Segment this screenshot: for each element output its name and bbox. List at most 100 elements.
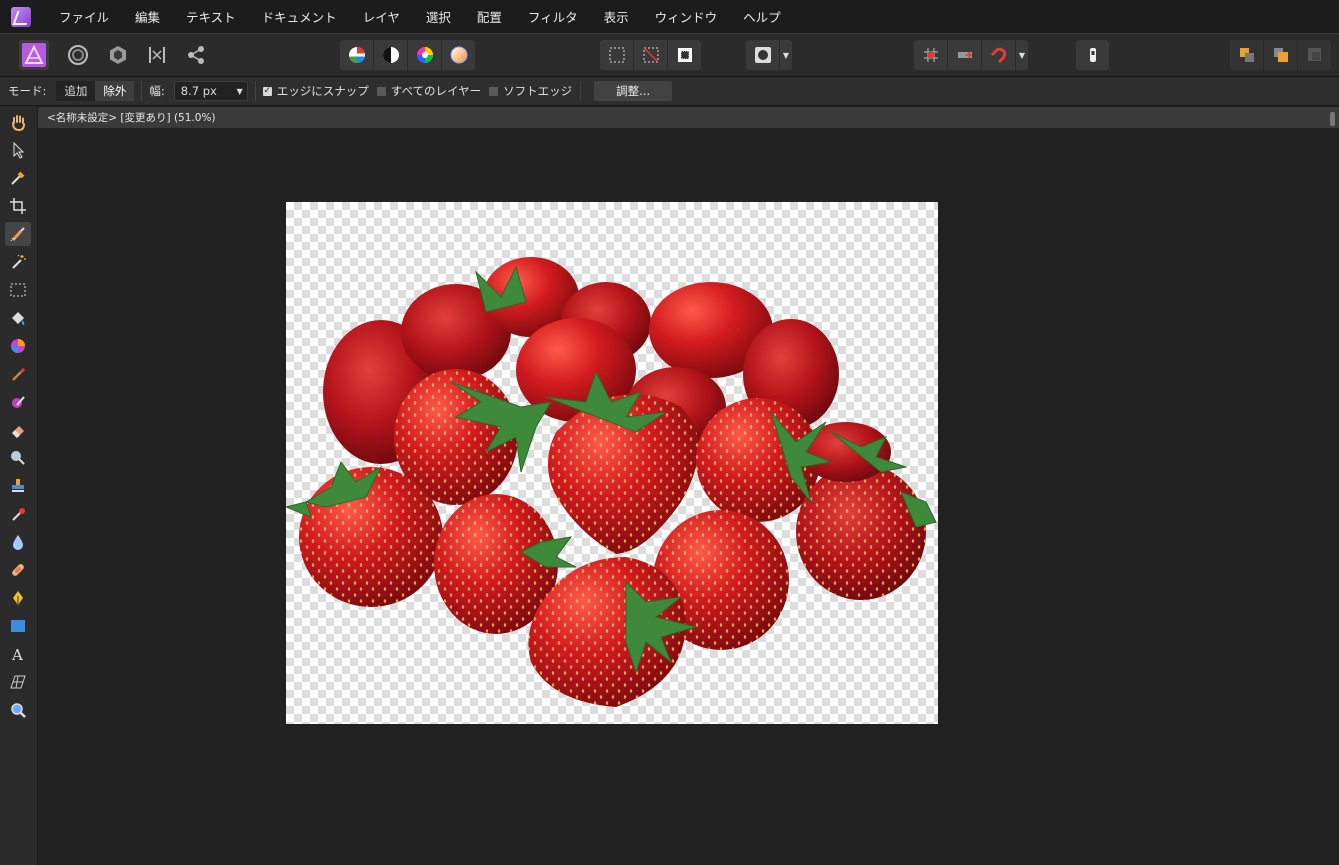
all-layers-checkbox[interactable]: すべてのレイヤー (376, 83, 482, 99)
assistant-button[interactable] (1076, 40, 1109, 70)
mesh-warp-tool[interactable] (5, 670, 31, 694)
mode-remove-button[interactable]: 除外 (95, 81, 135, 101)
grid-toggle-button[interactable] (914, 40, 948, 70)
blemish-removal-tool[interactable] (5, 502, 31, 526)
width-label: 幅: (149, 84, 165, 98)
black-white-button[interactable] (374, 40, 408, 70)
menu-file[interactable]: ファイル (46, 7, 122, 26)
rectangle-tool[interactable] (5, 614, 31, 638)
menu-layer[interactable]: レイヤ (350, 7, 413, 26)
blur-brush-tool[interactable] (5, 530, 31, 554)
checkbox-empty-icon (489, 86, 499, 96)
svg-text:A: A (11, 646, 23, 663)
magic-wand-icon (12, 254, 26, 269)
menu-text[interactable]: テキスト (173, 7, 249, 26)
dodge-brush-tool[interactable] (5, 446, 31, 470)
water-drop-icon (13, 535, 23, 550)
inpainting-brush-tool[interactable] (5, 558, 31, 582)
document-image[interactable] (286, 202, 938, 724)
eyedropper-icon (11, 171, 25, 185)
white-balance-button[interactable] (442, 40, 475, 70)
photo-persona-button[interactable] (19, 40, 49, 70)
affinity-photo-logo-icon (11, 6, 31, 27)
export-persona-button[interactable] (181, 40, 211, 70)
refine-button[interactable]: 調整... (594, 81, 673, 101)
clone-brush-tool[interactable] (5, 474, 31, 498)
flood-fill-tool[interactable] (5, 306, 31, 330)
levels-button[interactable] (340, 40, 374, 70)
force-pixel-alignment-button[interactable] (948, 40, 982, 70)
artistic-text-tool[interactable]: A (5, 642, 31, 666)
menu-document[interactable]: ドキュメント (249, 7, 350, 26)
snapping-group: ▼ (914, 40, 1028, 70)
invert-selection-button[interactable] (668, 40, 701, 70)
menu-view[interactable]: 表示 (591, 7, 642, 26)
mode-label: モード: (8, 84, 47, 98)
view-tool[interactable] (5, 110, 31, 134)
soft-edge-checkbox[interactable]: ソフトエッジ (489, 83, 572, 99)
mode-add-button[interactable]: 追加 (56, 81, 96, 101)
healing-brush-icon (12, 508, 25, 521)
magnifier-icon (11, 703, 26, 718)
snapping-button[interactable] (982, 40, 1016, 70)
tools-panel: A (0, 106, 38, 865)
deselect-button[interactable] (634, 40, 668, 70)
menu-edit[interactable]: 編集 (122, 7, 173, 26)
pen-tool[interactable] (5, 586, 31, 610)
zoom-tool[interactable] (5, 698, 31, 722)
color-picker-tool[interactable] (5, 166, 31, 190)
text-icon: A (11, 646, 23, 663)
menu-filters[interactable]: フィルタ (515, 7, 591, 26)
menu-help[interactable]: ヘルプ (730, 7, 794, 26)
paint-brush-tool[interactable] (5, 362, 31, 386)
magnet-icon (990, 47, 1006, 64)
tone-mapping-persona-button[interactable] (142, 40, 172, 70)
move-back-button[interactable] (1230, 40, 1264, 70)
eraser-icon (12, 426, 24, 438)
develop-persona-button[interactable] (103, 40, 133, 70)
width-dropdown-arrow-icon[interactable]: ▼ (237, 87, 243, 96)
move-tool[interactable] (5, 138, 31, 162)
document-tab[interactable]: <名称未設定> [変更あり] (51.0%) (38, 107, 1339, 128)
deselect-icon (642, 47, 659, 63)
snapping-dropdown-arrow-icon[interactable]: ▼ (1016, 40, 1028, 70)
select-all-button[interactable] (600, 40, 634, 70)
paint-bucket-icon (12, 312, 25, 325)
flood-select-tool[interactable] (5, 250, 31, 274)
selection-shortcuts-group (600, 40, 701, 70)
move-forward-button[interactable] (1264, 40, 1298, 70)
erase-brush-tool[interactable] (5, 418, 31, 442)
menu-select[interactable]: 選択 (413, 7, 464, 26)
assistant-group (1076, 40, 1109, 70)
quick-mask-button[interactable] (746, 40, 780, 70)
vertical-scrollbar[interactable] (1330, 112, 1335, 126)
checkmark-icon: ✓ (262, 85, 272, 96)
move-to-front-button[interactable] (1298, 40, 1331, 70)
crop-tool[interactable] (5, 194, 31, 218)
all-layers-label: すべてのレイヤー (390, 84, 482, 98)
rectangular-marquee-icon (10, 283, 26, 297)
color-replacement-tool[interactable] (5, 390, 31, 414)
dodge-icon (11, 451, 25, 465)
crop-icon (10, 198, 26, 214)
grid-icon (923, 48, 938, 62)
rectangle-shape-icon (11, 620, 25, 632)
divider (580, 81, 582, 101)
marquee-tool[interactable] (5, 278, 31, 302)
width-field[interactable]: 8.7 px ▼ (173, 81, 248, 101)
color-replacement-brush-icon (12, 396, 25, 408)
quick-mask-dropdown-arrow-icon[interactable]: ▼ (780, 40, 792, 70)
assistant-icon (1089, 48, 1096, 62)
menu-window[interactable]: ウィンドウ (642, 7, 731, 26)
arrange-group (1230, 40, 1331, 70)
mode-segmented-control: 追加 除外 (56, 81, 135, 101)
liquify-persona-button[interactable] (63, 40, 93, 70)
gradient-tool[interactable] (5, 334, 31, 358)
selection-brush-tool[interactable] (5, 222, 31, 246)
hsl-button[interactable] (408, 40, 442, 70)
document-title: <名称未設定> [変更あり] (51.0%) (47, 112, 216, 124)
snap-to-edges-checkbox[interactable]: ✓ エッジにスナップ (262, 83, 369, 99)
menu-arrange[interactable]: 配置 (464, 7, 515, 26)
invert-selection-icon (677, 48, 692, 62)
pixel-align-icon (957, 51, 972, 59)
